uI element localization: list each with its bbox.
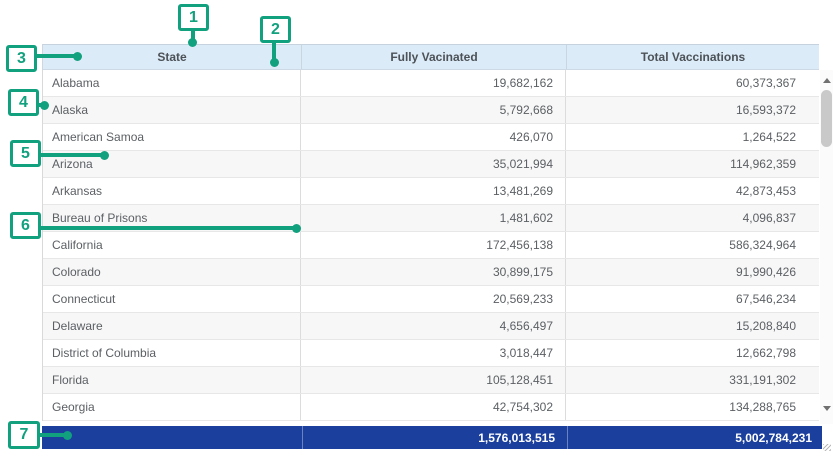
totals-row: 1,576,013,515 5,002,784,231 bbox=[42, 426, 822, 449]
callout-connector-7 bbox=[40, 433, 64, 437]
data-table: State Fully Vacinated Total Vaccinations… bbox=[42, 44, 833, 449]
callout-label: 3 bbox=[17, 50, 26, 68]
cell-total-vaccinations: 60,373,367 bbox=[566, 70, 806, 96]
cell-fully-vaccinated: 426,070 bbox=[301, 124, 566, 150]
callout-dot-4 bbox=[40, 101, 49, 110]
callout-label: 5 bbox=[21, 145, 30, 163]
callout-label: 2 bbox=[271, 21, 280, 39]
cell-fully-vaccinated: 19,682,162 bbox=[301, 70, 566, 96]
callout-dot-2 bbox=[270, 58, 279, 67]
scrollbar-thumb[interactable] bbox=[821, 90, 832, 147]
table-header-row: State Fully Vacinated Total Vaccinations bbox=[42, 44, 819, 70]
cell-fully-vaccinated: 20,569,233 bbox=[301, 286, 566, 312]
vertical-scrollbar[interactable] bbox=[820, 70, 833, 424]
column-header-fully-vaccinated[interactable]: Fully Vacinated bbox=[302, 45, 567, 69]
callout-connector-5 bbox=[41, 153, 102, 157]
table-row[interactable]: Alabama19,682,16260,373,367 bbox=[43, 70, 819, 97]
table-row[interactable]: District of Columbia3,018,44712,662,798 bbox=[43, 340, 819, 367]
cell-total-vaccinations: 134,288,765 bbox=[566, 394, 806, 420]
callout-label: 6 bbox=[21, 217, 30, 235]
cell-state: Arkansas bbox=[43, 178, 301, 204]
cell-fully-vaccinated: 4,656,497 bbox=[301, 313, 566, 339]
callout-label: 4 bbox=[19, 94, 28, 112]
cell-total-vaccinations: 67,546,234 bbox=[566, 286, 806, 312]
cell-state: American Samoa bbox=[43, 124, 301, 150]
triangle-down-icon bbox=[823, 406, 831, 411]
callout-box-5: 5 bbox=[10, 140, 41, 167]
table-body: Alabama19,682,16260,373,367Alaska5,792,6… bbox=[42, 70, 819, 421]
cell-total-vaccinations: 331,191,302 bbox=[566, 367, 806, 393]
table-row[interactable]: American Samoa426,0701,264,522 bbox=[43, 124, 819, 151]
totals-state-cell bbox=[42, 426, 302, 449]
cell-fully-vaccinated: 30,899,175 bbox=[301, 259, 566, 285]
cell-state: Delaware bbox=[43, 313, 301, 339]
totals-total-vaccinations: 5,002,784,231 bbox=[567, 426, 822, 449]
table-row[interactable]: Connecticut20,569,23367,546,234 bbox=[43, 286, 819, 313]
table-row[interactable]: Florida105,128,451331,191,302 bbox=[43, 367, 819, 394]
cell-total-vaccinations: 1,264,522 bbox=[566, 124, 806, 150]
table-row[interactable]: Georgia42,754,302134,288,765 bbox=[43, 394, 819, 421]
totals-fully-vaccinated: 1,576,013,515 bbox=[302, 426, 567, 449]
callout-box-7: 7 bbox=[8, 421, 40, 449]
cell-state: District of Columbia bbox=[43, 340, 301, 366]
callout-label: 7 bbox=[20, 426, 29, 444]
cell-state: Connecticut bbox=[43, 286, 301, 312]
cell-total-vaccinations: 91,990,426 bbox=[566, 259, 806, 285]
cell-fully-vaccinated: 105,128,451 bbox=[301, 367, 566, 393]
callout-box-6: 6 bbox=[10, 212, 41, 239]
cell-state: Alaska bbox=[43, 97, 301, 123]
table-row[interactable]: Delaware4,656,49715,208,840 bbox=[43, 313, 819, 340]
cell-total-vaccinations: 114,962,359 bbox=[566, 151, 806, 177]
callout-connector-3 bbox=[37, 54, 74, 58]
cell-fully-vaccinated: 42,754,302 bbox=[301, 394, 566, 420]
callout-box-3: 3 bbox=[6, 45, 37, 72]
callout-dot-5 bbox=[100, 151, 109, 160]
triangle-up-icon bbox=[823, 78, 831, 83]
resize-handle-icon bbox=[823, 444, 831, 451]
cell-total-vaccinations: 12,662,798 bbox=[566, 340, 806, 366]
callout-dot-7 bbox=[63, 431, 72, 440]
callout-connector-2 bbox=[272, 43, 276, 59]
table-row[interactable]: California172,456,138586,324,964 bbox=[43, 232, 819, 259]
scroll-up-button[interactable] bbox=[820, 72, 833, 88]
callout-box-2: 2 bbox=[260, 16, 291, 43]
cell-fully-vaccinated: 13,481,269 bbox=[301, 178, 566, 204]
cell-state: Colorado bbox=[43, 259, 301, 285]
cell-fully-vaccinated: 1,481,602 bbox=[301, 205, 566, 231]
cell-fully-vaccinated: 5,792,668 bbox=[301, 97, 566, 123]
table-row[interactable]: Arkansas13,481,26942,873,453 bbox=[43, 178, 819, 205]
callout-label: 1 bbox=[189, 9, 198, 27]
callout-dot-3 bbox=[73, 52, 82, 61]
callout-box-1: 1 bbox=[178, 4, 209, 31]
cell-state: Georgia bbox=[43, 394, 301, 420]
cell-fully-vaccinated: 172,456,138 bbox=[301, 232, 566, 258]
cell-total-vaccinations: 586,324,964 bbox=[566, 232, 806, 258]
cell-state: Alabama bbox=[43, 70, 301, 96]
cell-total-vaccinations: 15,208,840 bbox=[566, 313, 806, 339]
cell-state: California bbox=[43, 232, 301, 258]
callout-dot-1 bbox=[188, 38, 197, 47]
callout-dot-6 bbox=[292, 224, 301, 233]
cell-total-vaccinations: 42,873,453 bbox=[566, 178, 806, 204]
callout-box-4: 4 bbox=[8, 89, 39, 116]
cell-state: Florida bbox=[43, 367, 301, 393]
cell-total-vaccinations: 4,096,837 bbox=[566, 205, 806, 231]
cell-total-vaccinations: 16,593,372 bbox=[566, 97, 806, 123]
table-row[interactable]: Colorado30,899,17591,990,426 bbox=[43, 259, 819, 286]
table-row[interactable]: Alaska5,792,66816,593,372 bbox=[43, 97, 819, 124]
column-header-total-vaccinations[interactable]: Total Vaccinations bbox=[567, 45, 819, 69]
callout-connector-6 bbox=[41, 226, 293, 230]
annotated-table-screenshot: State Fully Vacinated Total Vaccinations… bbox=[0, 0, 833, 453]
cell-fully-vaccinated: 3,018,447 bbox=[301, 340, 566, 366]
cell-fully-vaccinated: 35,021,994 bbox=[301, 151, 566, 177]
scroll-down-button[interactable] bbox=[820, 400, 833, 416]
table-row[interactable]: Arizona35,021,994114,962,359 bbox=[43, 151, 819, 178]
